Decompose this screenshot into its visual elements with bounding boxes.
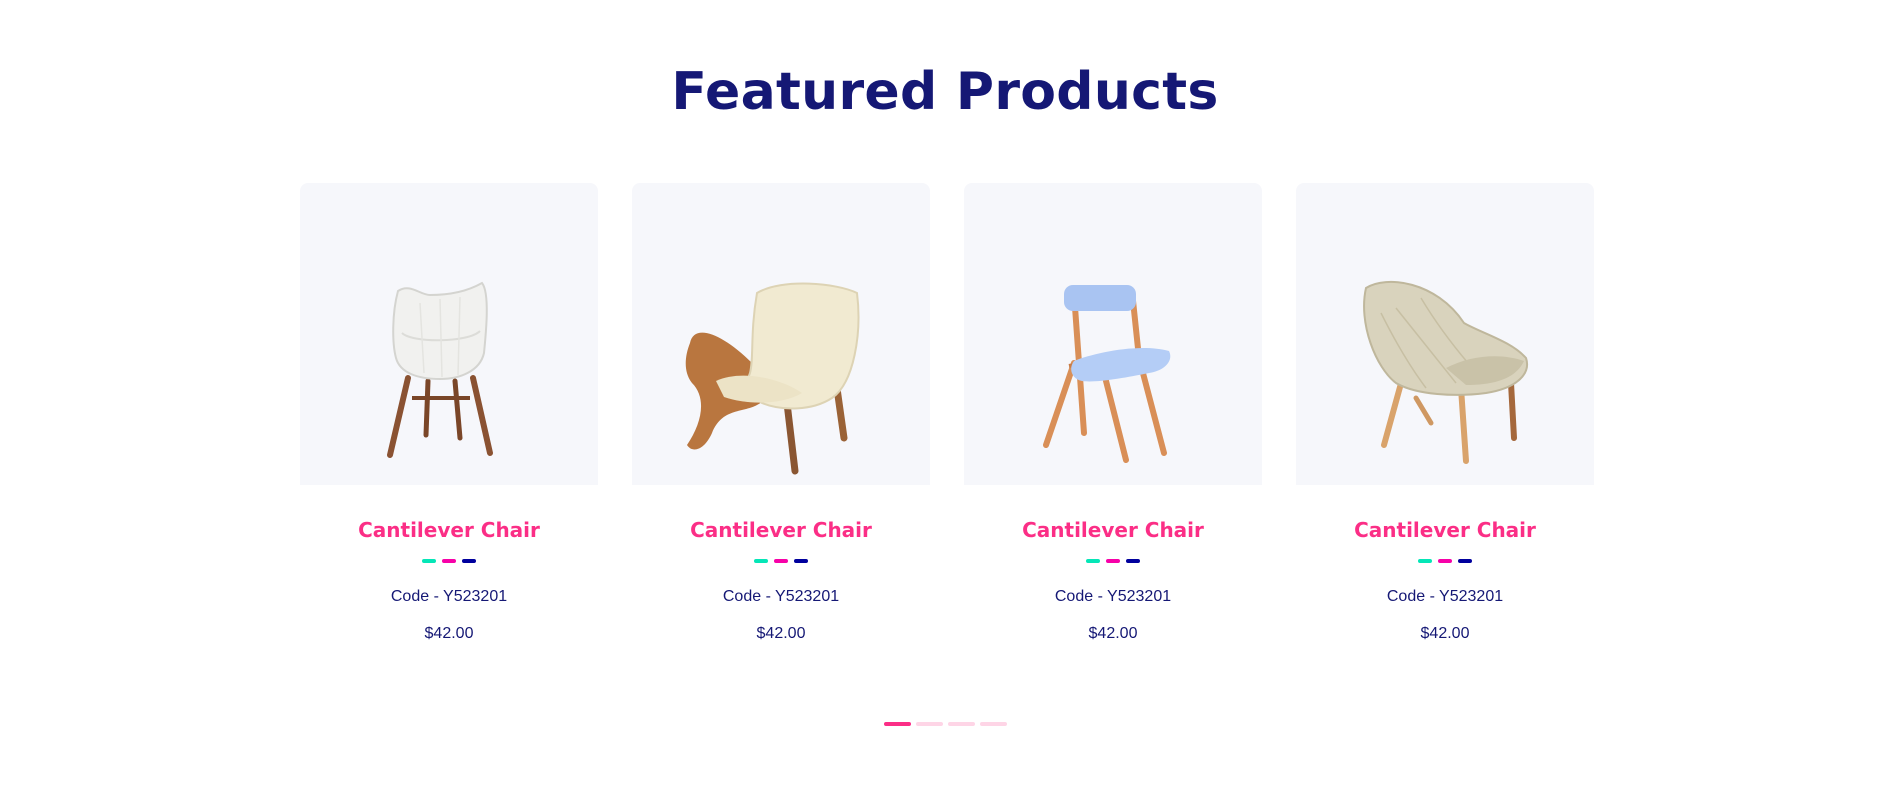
- product-code: Code - Y523201: [722, 588, 840, 605]
- woven-lounge-chair-icon: [1363, 280, 1528, 464]
- color-swatch: [1106, 559, 1120, 563]
- section-title: Featured Products: [671, 62, 1219, 122]
- color-swatches: [964, 559, 1262, 563]
- product-price: $42.00: [424, 625, 474, 642]
- carousel-pagination: [0, 722, 1890, 726]
- color-swatch: [1458, 559, 1472, 563]
- color-swatches: [300, 559, 598, 563]
- product-card[interactable]: Cantilever Chair Code - Y523201 $42.00: [1296, 183, 1594, 643]
- shell-lounge-chair-icon: [685, 282, 860, 475]
- product-code: Code - Y523201: [390, 588, 508, 605]
- product-code: Code - Y523201: [1054, 588, 1172, 605]
- featured-products-section: Featured Products Cantilever Chair Code …: [0, 0, 1890, 801]
- color-swatch: [1086, 559, 1100, 563]
- product-card[interactable]: Cantilever Chair Code - Y523201 $42.00: [964, 183, 1262, 643]
- color-swatch: [754, 559, 768, 563]
- folding-blue-chair-icon: [1043, 285, 1171, 463]
- product-name[interactable]: Cantilever Chair: [300, 518, 598, 542]
- product-name[interactable]: Cantilever Chair: [632, 518, 930, 542]
- pagination-dot[interactable]: [947, 722, 975, 726]
- white-shell-chair-icon: [387, 281, 493, 458]
- product-card[interactable]: Cantilever Chair Code - Y523201 $42.00: [300, 183, 598, 643]
- product-price: $42.00: [1420, 625, 1470, 642]
- color-swatch: [794, 559, 808, 563]
- product-image[interactable]: [1296, 183, 1594, 485]
- color-swatch: [442, 559, 456, 563]
- product-price: $42.00: [756, 625, 806, 642]
- color-swatches: [632, 559, 930, 563]
- product-image[interactable]: [632, 183, 930, 485]
- color-swatches: [1296, 559, 1594, 563]
- product-grid: Cantilever Chair Code - Y523201 $42.00 C…: [300, 183, 1594, 643]
- product-name[interactable]: Cantilever Chair: [964, 518, 1262, 542]
- pagination-dot[interactable]: [883, 722, 911, 726]
- color-swatch: [1418, 559, 1432, 563]
- product-image[interactable]: [300, 183, 598, 485]
- product-code: Code - Y523201: [1386, 588, 1504, 605]
- product-name[interactable]: Cantilever Chair: [1296, 518, 1594, 542]
- color-swatch: [422, 559, 436, 563]
- product-price: $42.00: [1088, 625, 1138, 642]
- product-image[interactable]: [964, 183, 1262, 485]
- color-swatch: [462, 559, 476, 563]
- pagination-dot[interactable]: [979, 722, 1007, 726]
- color-swatch: [774, 559, 788, 563]
- color-swatch: [1438, 559, 1452, 563]
- pagination-dot[interactable]: [915, 722, 943, 726]
- product-card[interactable]: Cantilever Chair Code - Y523201 $42.00: [632, 183, 930, 643]
- color-swatch: [1126, 559, 1140, 563]
